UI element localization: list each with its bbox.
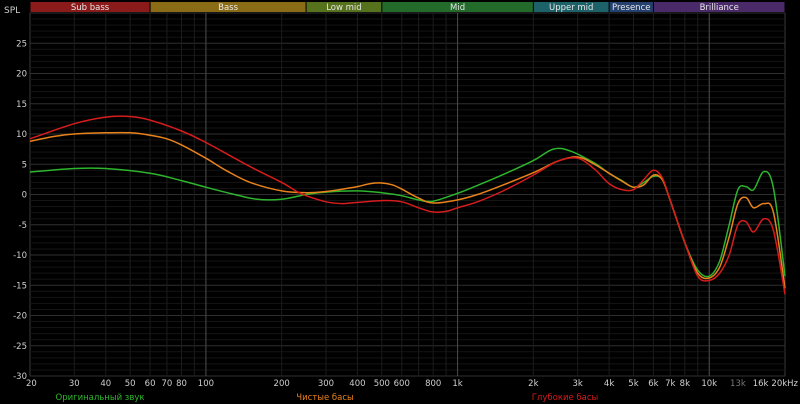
legend: Оригинальный звук Чистые басы Глубокие бас… [56, 393, 599, 403]
x-tick-label: 16k [753, 379, 769, 389]
y-tick-labels: 25 20 15 10 5 0 -5 -10 -15 -20 -25 -30 [13, 39, 27, 382]
x-tick-label: 3k [572, 379, 582, 389]
x-tick-label: 6k [648, 379, 658, 389]
x-tick-label: 8k [680, 379, 690, 389]
frequency-bands: Sub bass Bass Low mid Mid Upper mid Presence B… [30, 2, 785, 13]
y-tick-label: -30 [13, 372, 27, 382]
x-tick-label: 400 [349, 379, 365, 389]
y-tick-label: 25 [16, 39, 27, 49]
y-tick-label: 0 [22, 191, 27, 201]
x-tick-label: 800 [425, 379, 441, 389]
x-tick-label: 50 [125, 379, 136, 389]
band-label: Brilliance [700, 3, 739, 13]
x-tick-label: 5k [628, 379, 638, 389]
x-tick-label: 7k [665, 379, 675, 389]
x-tick-labels: 20 30 40 50 60 70 80 100 200 300 400 500 600 800 1k 2k 3… [26, 379, 799, 389]
x-tick-label: 100 [198, 379, 214, 389]
band-label: Presence [612, 3, 650, 13]
x-tick-label: 60 [145, 379, 156, 389]
band-label: Sub bass [71, 3, 110, 13]
y-tick-label: -5 [19, 221, 27, 231]
x-tick-label: 80 [176, 379, 187, 389]
x-tick-label: 10k [701, 379, 717, 389]
legend-entry-3: Глубокие басы [532, 393, 599, 403]
y-tick-label: -25 [13, 342, 27, 352]
y-tick-label: -15 [13, 281, 27, 291]
band-label: Low mid [326, 3, 361, 13]
x-tick-label: 40 [100, 379, 111, 389]
x-tick-label: 70 [162, 379, 173, 389]
x-tick-label: 1k [452, 379, 462, 389]
y-tick-label: 20 [16, 70, 27, 80]
frequency-response-chart: Sub bass Bass Low mid Mid Upper mid Presence B… [4, 2, 799, 403]
legend-entry-1: Оригинальный звук [56, 393, 145, 403]
grid [29, 12, 786, 377]
x-tick-label: 20 [26, 379, 37, 389]
x-tick-label: 2k [528, 379, 538, 389]
y-tick-label: -20 [13, 312, 27, 322]
y-tick-label: 10 [16, 130, 27, 140]
x-tick-label: 13k [730, 379, 746, 389]
y-tick-label: 15 [16, 100, 27, 110]
x-tick-label: 600 [394, 379, 410, 389]
band-label: Bass [218, 3, 238, 13]
x-tick-label: 200 [274, 379, 290, 389]
y-tick-label: -10 [13, 251, 27, 261]
y-axis-label: SPL [4, 6, 20, 16]
band-label: Mid [450, 3, 465, 13]
x-tick-label: 4k [604, 379, 614, 389]
x-tick-label: 20kHz [771, 379, 798, 389]
x-tick-label: 30 [69, 379, 80, 389]
x-tick-label: 500 [374, 379, 390, 389]
x-tick-label: 300 [318, 379, 334, 389]
band-label: Upper mid [549, 3, 593, 13]
y-tick-label: 5 [22, 160, 27, 170]
legend-entry-2: Чистые басы [296, 393, 353, 403]
